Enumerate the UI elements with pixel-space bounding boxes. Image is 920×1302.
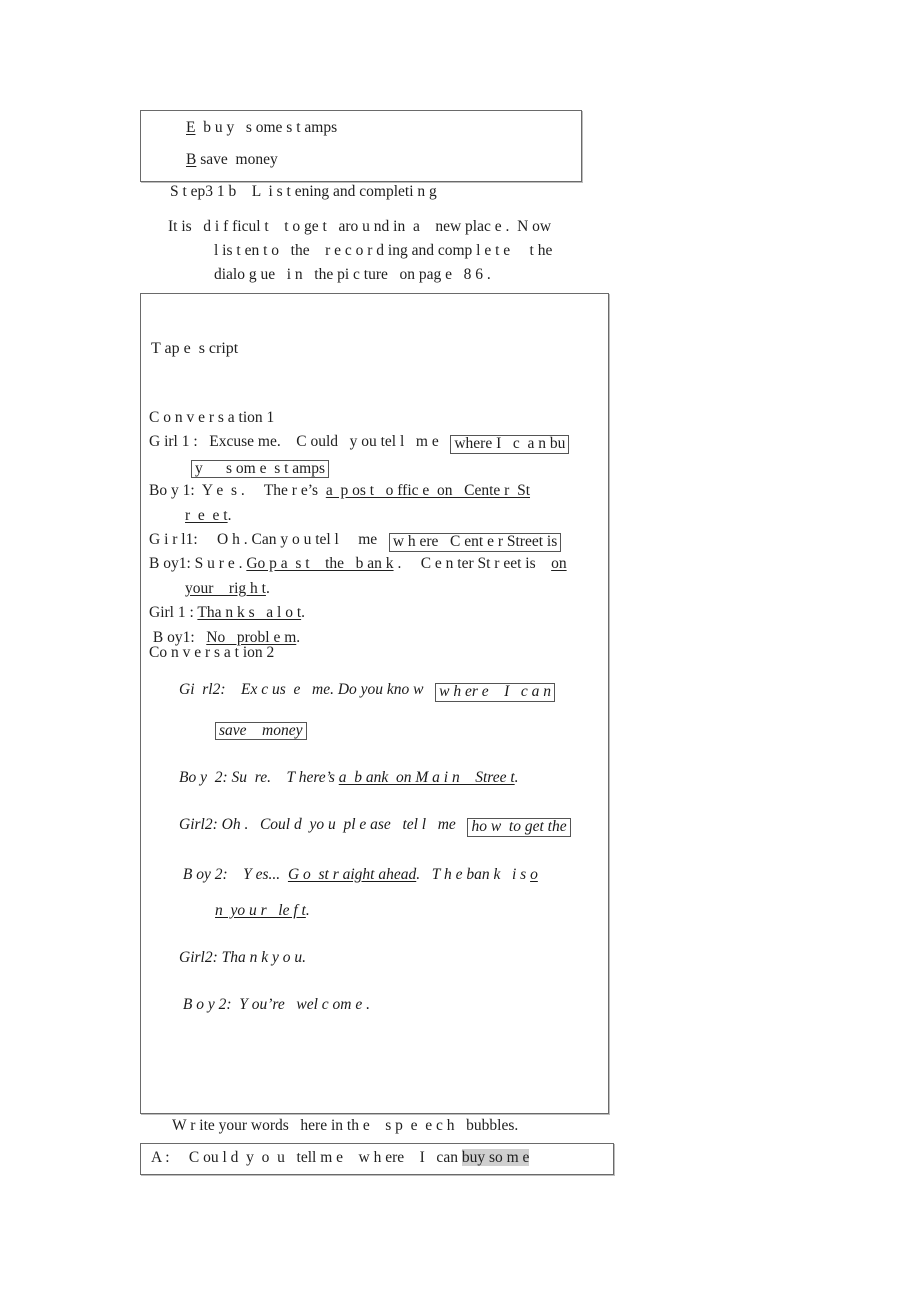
speaker-label: B oy1: xyxy=(149,555,191,573)
dialogue-text: Oh . Coul d yo u pl e ase tel l me xyxy=(217,816,468,833)
dialogue-text: Tha n k y o u. xyxy=(221,948,307,966)
line-spacer xyxy=(179,740,608,769)
answer-blank-box[interactable]: ho w to get the xyxy=(467,818,571,837)
conversation-2: Gi rl2: Ex c us e me. Do you kno w w h e… xyxy=(179,681,608,1014)
speech-bubble-answer-box: A : C ou l d y o u tell m e w h ere I ca… xyxy=(140,1143,614,1175)
speaker-label: Bo y 1: xyxy=(149,482,195,500)
dialogue-text: . T h e ban k i s xyxy=(416,865,531,883)
intro-line-1: It is d i f ficul t t o ge t aro u nd in… xyxy=(168,218,552,235)
line-spacer xyxy=(179,920,608,949)
dialogue-line-cont: n yo u r le f t. xyxy=(179,901,608,920)
answer-letter-b: B xyxy=(186,151,197,168)
answer-text-b: save money xyxy=(196,151,278,168)
dialogue-line: Girl2: Oh . Coul d yo u pl e ase tel l m… xyxy=(179,816,608,837)
highlighted-selection[interactable]: buy so m e xyxy=(461,1149,530,1166)
answer-blank-box[interactable]: w h er e I c a n xyxy=(435,683,556,702)
underlined-phrase: Tha n k s a l o t xyxy=(197,604,302,622)
underlined-phrase-2: on xyxy=(551,555,567,573)
tapescript-box: T ap e s cript C o n v e r s a tion 1 G … xyxy=(140,293,609,1114)
dialogue-text: Ex c us e me. Do you kno w xyxy=(225,681,436,698)
dialogue-text: . xyxy=(296,628,301,646)
speaker-label: A : xyxy=(151,1149,170,1166)
dialogue-text: . xyxy=(514,769,519,786)
answer-blank-box-cont[interactable]: save money xyxy=(215,721,307,740)
intro-line-2: l is t en t o the r e c o r d ing and co… xyxy=(214,242,553,259)
bubble-line-a: A : C ou l d y o u tell m e w h ere I ca… xyxy=(151,1149,530,1167)
dialogue-text: . xyxy=(265,579,270,597)
speaker-label: Bo y 2: xyxy=(179,769,232,786)
line-spacer xyxy=(179,702,608,720)
underlined-phrase: a b ank on M a i n Stree t xyxy=(338,769,515,786)
write-words-caption: W r ite your words here in th e s p e e … xyxy=(172,1117,519,1134)
dialogue-text: Su re. T here’s xyxy=(231,769,339,786)
dialogue-line: G i r l1: O h . Can y o u tel l me w h e… xyxy=(149,528,608,552)
speaker-label: Gi rl2: xyxy=(179,681,226,698)
dialogue-text: Y ou’re wel c om e . xyxy=(235,995,370,1013)
dialogue-line-cont: y s om e s t amps xyxy=(149,455,608,479)
line-spacer xyxy=(179,967,608,996)
intro-line-3: dialo g ue i n the pi c ture on pag e 8 … xyxy=(214,266,491,283)
dialogue-line: B oy 2: Y es... G o st r aight ahead. T … xyxy=(179,865,608,884)
dialogue-text: . xyxy=(301,604,305,622)
dialogue-line-cont: r e e t. xyxy=(149,504,608,528)
conversation-2-label: Co n v e r s a t ion 2 xyxy=(149,644,275,661)
dialogue-line-cont: save money xyxy=(179,720,608,740)
answer-blank-box-cont[interactable]: y s om e s t amps xyxy=(191,459,330,479)
underlined-phrase-2: o xyxy=(530,865,538,883)
step-heading: S t ep3 1 b L i s t ening and completi n… xyxy=(170,183,437,200)
dialogue-line-cont: your rig h t. xyxy=(149,577,608,601)
underlined-phrase-cont: r e e t xyxy=(185,506,228,524)
speaker-label: Girl2: xyxy=(179,948,222,966)
document-page: E b u y s ome s t amps B save money S t … xyxy=(0,0,920,1302)
bubble-text: C ou l d y o u tell m e w h ere I can xyxy=(169,1149,462,1166)
conversation-1: C o n v e r s a tion 1 G irl 1 : Excuse … xyxy=(149,406,608,650)
answer-blank-box[interactable]: w h ere C ent e r Street is xyxy=(388,533,562,552)
underlined-phrase: Go p a s t the b an k xyxy=(246,555,394,573)
speaker-label: Girl 1 : xyxy=(149,604,198,622)
dialogue-text: . xyxy=(305,901,310,919)
speaker-label: G irl 1 : xyxy=(149,433,198,451)
dialogue-text: Excuse me. C ould y ou tel l m e xyxy=(197,433,451,451)
dialogue-text: Y es... xyxy=(231,865,288,883)
speaker-label: B o y 2: xyxy=(179,995,236,1013)
dialogue-text: . C e n ter St r eet is xyxy=(393,555,552,573)
underlined-phrase: a p os t o ffic e on Cente r St xyxy=(325,482,531,500)
intro-paragraph: It is d i f ficul t t o ge t aro u nd in… xyxy=(168,215,608,287)
dialogue-line: B o y 2: Y ou’re wel c om e . xyxy=(179,995,608,1014)
answer-row-b: B save money xyxy=(186,151,278,169)
line-spacer xyxy=(179,837,608,866)
answer-choices-box: E b u y s ome s t amps B save money xyxy=(140,110,582,182)
answer-text-e: b u y s ome s t amps xyxy=(195,119,338,136)
speaker-label: B oy 2: xyxy=(179,865,232,883)
answer-row-e: E b u y s ome s t amps xyxy=(186,119,337,137)
dialogue-text: Y e s . The r e’s xyxy=(194,482,326,500)
line-spacer xyxy=(179,884,608,902)
underlined-phrase: G o st r aight ahead xyxy=(287,865,417,883)
dialogue-text: O h . Can y o u tel l me xyxy=(197,531,389,549)
tapescript-title: T ap e s cript xyxy=(151,340,239,357)
answer-blank-box[interactable]: where I c a n bu xyxy=(450,435,570,454)
conversation-1-label: C o n v e r s a tion 1 xyxy=(149,409,275,426)
speaker-label: G i r l1: xyxy=(149,531,198,549)
dialogue-line: Gi rl2: Ex c us e me. Do you kno w w h e… xyxy=(179,681,608,702)
dialogue-text: . xyxy=(227,506,232,524)
dialogue-line: Bo y 1: Y e s . The r e’s a p os t o ffi… xyxy=(149,479,608,503)
speaker-label: Girl2: xyxy=(179,816,218,833)
dialogue-line: Bo y 2: Su re. T here’s a b ank on M a i… xyxy=(179,769,608,787)
dialogue-line: Girl 1 : Tha n k s a l o t. xyxy=(149,601,608,625)
underlined-phrase-2-cont: n yo u r le f t xyxy=(215,901,306,919)
dialogue-text: S u r e . xyxy=(190,555,247,573)
dialogue-line: Girl2: Tha n k y o u. xyxy=(179,948,608,967)
underlined-phrase-2-cont: your rig h t xyxy=(185,579,266,597)
line-spacer xyxy=(179,787,608,816)
dialogue-line: G irl 1 : Excuse me. C ould y ou tel l m… xyxy=(149,430,608,454)
dialogue-line: B oy1: S u r e . Go p a s t the b an k .… xyxy=(149,552,608,576)
